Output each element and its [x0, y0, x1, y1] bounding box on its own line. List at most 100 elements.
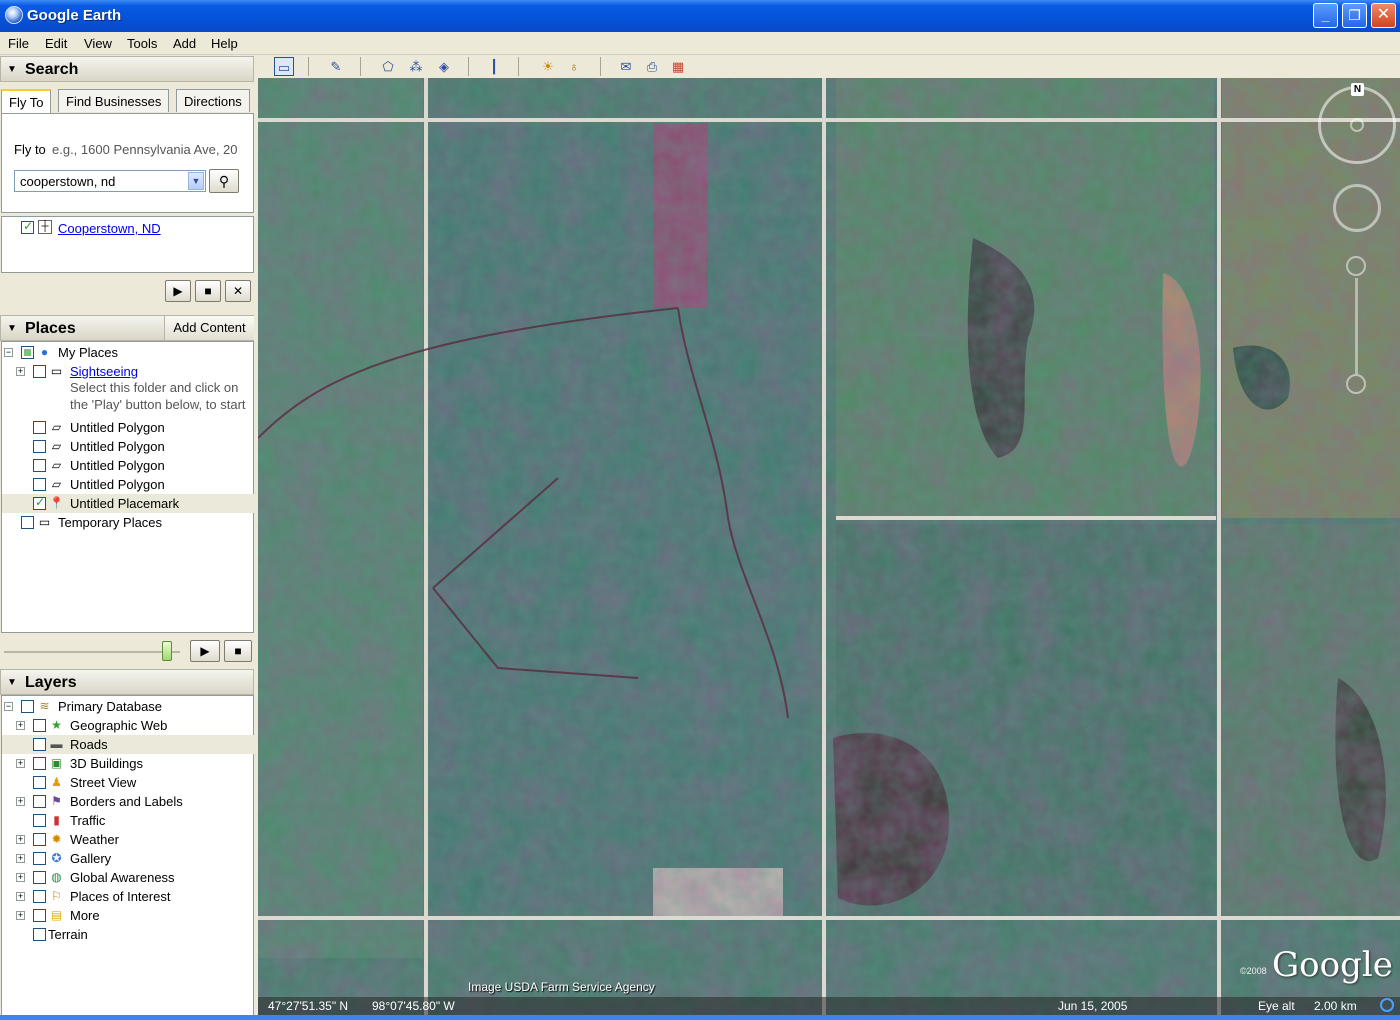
zoom-in-icon[interactable] — [1346, 256, 1366, 276]
tour-slider-track[interactable] — [4, 651, 180, 653]
tree-row-placemark[interactable]: 📍 Untitled Placemark — [2, 494, 254, 513]
polygon-checkbox[interactable] — [33, 459, 46, 472]
search-input[interactable]: cooperstown, nd ▼ — [14, 170, 206, 192]
stop-button[interactable]: ■ — [195, 280, 221, 302]
tree-row-terrain[interactable]: Terrain — [2, 925, 254, 944]
expand-icon[interactable]: + — [16, 911, 25, 920]
sunlight-icon[interactable]: ☀ — [538, 57, 558, 76]
tree-row-layer[interactable]: + ▤ More — [2, 906, 254, 925]
menu-view[interactable]: View — [84, 36, 112, 51]
polygon-icon[interactable]: ⬠ — [378, 57, 398, 76]
polygon-checkbox[interactable] — [33, 421, 46, 434]
maximize-button[interactable]: ❐ — [1342, 3, 1367, 28]
tree-row-layer[interactable]: + ⚑ Borders and Labels — [2, 792, 254, 811]
chevron-down-icon[interactable]: ▼ — [188, 172, 204, 190]
tab-find-businesses[interactable]: Find Businesses — [58, 89, 170, 112]
play-button[interactable]: ▶ — [165, 280, 191, 302]
menu-add[interactable]: Add — [173, 36, 196, 51]
tour-stop-button[interactable]: ■ — [224, 640, 252, 662]
polygon-checkbox[interactable] — [33, 440, 46, 453]
layer-checkbox[interactable] — [33, 890, 46, 903]
layers-panel-header[interactable]: ▼ Layers — [0, 669, 254, 695]
maps-icon[interactable]: ▦ — [668, 57, 688, 76]
expand-icon[interactable]: + — [16, 854, 25, 863]
add-content-button[interactable]: Add Content — [164, 316, 254, 340]
tree-row-primary-database[interactable]: − ≋ Primary Database — [2, 697, 254, 716]
menu-file[interactable]: File — [8, 36, 29, 51]
result-cooperstown[interactable]: Cooperstown, ND — [58, 221, 161, 236]
expand-icon[interactable]: + — [16, 759, 25, 768]
tree-row-polygon[interactable]: ▱ Untitled Polygon — [2, 456, 254, 475]
layer-checkbox[interactable] — [33, 909, 46, 922]
layer-checkbox[interactable] — [33, 719, 46, 732]
minimize-button[interactable]: _ — [1313, 3, 1338, 28]
result-checkbox[interactable] — [21, 219, 34, 234]
layer-checkbox[interactable] — [33, 795, 46, 808]
layer-checkbox[interactable] — [33, 871, 46, 884]
tree-row-polygon[interactable]: ▱ Untitled Polygon — [2, 418, 254, 437]
zoom-out-icon[interactable] — [1346, 374, 1366, 394]
polygon-checkbox[interactable] — [33, 478, 46, 491]
tree-row-layer[interactable]: + ▣ 3D Buildings — [2, 754, 254, 773]
expand-icon[interactable]: + — [16, 797, 25, 806]
tree-row-layer[interactable]: + ⚐ Places of Interest — [2, 887, 254, 906]
temporary-places-checkbox[interactable] — [21, 516, 34, 529]
look-joystick-icon[interactable] — [1350, 118, 1364, 132]
compass-ring[interactable]: N — [1318, 83, 1396, 164]
my-places-checkbox[interactable] — [21, 346, 34, 359]
expand-icon[interactable]: + — [16, 721, 25, 730]
tree-row-layer[interactable]: ▮ Traffic — [2, 811, 254, 830]
tree-row-layer[interactable]: ♟ Street View — [2, 773, 254, 792]
map-view[interactable]: N — [258, 78, 1400, 1015]
collapse-icon[interactable]: − — [4, 348, 13, 357]
layer-checkbox[interactable] — [33, 776, 46, 789]
layer-checkbox[interactable] — [33, 757, 46, 770]
sightseeing-label[interactable]: Sightseeing — [70, 364, 138, 379]
tree-row-layer[interactable]: + ◍ Global Awareness — [2, 868, 254, 887]
search-button[interactable]: ⚲ — [209, 169, 239, 193]
sightseeing-checkbox[interactable] — [33, 365, 46, 378]
tree-row-polygon[interactable]: ▱ Untitled Polygon — [2, 437, 254, 456]
tree-row-polygon[interactable]: ▱ Untitled Polygon — [2, 475, 254, 494]
tab-fly-to[interactable]: Fly To — [1, 89, 52, 115]
sidebar-toggle-icon[interactable]: ▭ — [274, 57, 294, 76]
layer-checkbox[interactable] — [33, 852, 46, 865]
menu-edit[interactable]: Edit — [45, 36, 67, 51]
email-icon[interactable]: ✉ — [616, 57, 636, 76]
tour-slider-handle[interactable] — [161, 641, 172, 661]
zoom-slider[interactable] — [1355, 278, 1358, 374]
layer-checkbox[interactable] — [33, 833, 46, 846]
search-panel-header[interactable]: ▼ Search — [0, 56, 254, 82]
close-button[interactable]: ✕ — [1371, 3, 1396, 28]
ruler-icon[interactable]: ┃ — [484, 57, 504, 76]
terrain-checkbox[interactable] — [33, 928, 46, 941]
places-panel-header[interactable]: ▼ Places Add Content — [0, 315, 254, 341]
tree-row-layer[interactable]: + ✹ Weather — [2, 830, 254, 849]
placemark-icon[interactable]: ✎ — [326, 57, 346, 76]
primary-database-checkbox[interactable] — [21, 700, 34, 713]
tree-row-layer[interactable]: + ★ Geographic Web — [2, 716, 254, 735]
placemark-checkbox[interactable] — [33, 495, 46, 510]
path-icon[interactable]: ⁂ — [406, 57, 426, 76]
expand-icon[interactable]: + — [16, 873, 25, 882]
image-overlay-icon[interactable]: ◈ — [434, 57, 454, 76]
layer-checkbox[interactable] — [33, 814, 46, 827]
menu-help[interactable]: Help — [211, 36, 238, 51]
print-icon[interactable]: ⎙ — [642, 57, 662, 76]
tour-play-button[interactable]: ▶ — [190, 640, 220, 662]
tab-directions[interactable]: Directions — [176, 89, 250, 112]
layer-checkbox[interactable] — [33, 738, 46, 751]
tree-row-my-places[interactable]: − ● My Places — [2, 343, 254, 362]
expand-icon[interactable]: + — [16, 367, 25, 376]
expand-icon[interactable]: + — [16, 892, 25, 901]
planet-icon[interactable]: ♁ — [564, 57, 584, 76]
tree-row-layer[interactable]: ▬ Roads — [2, 735, 254, 754]
tree-row-sightseeing[interactable]: + ▭ Sightseeing — [2, 362, 254, 381]
menu-tools[interactable]: Tools — [127, 36, 157, 51]
collapse-icon[interactable]: − — [4, 702, 13, 711]
tree-row-temporary-places[interactable]: ▭ Temporary Places — [2, 513, 254, 532]
expand-icon[interactable]: + — [16, 835, 25, 844]
move-joystick-icon[interactable] — [1333, 184, 1381, 232]
satellite-imagery[interactable] — [258, 78, 1400, 1015]
tree-row-layer[interactable]: + ✪ Gallery — [2, 849, 254, 868]
